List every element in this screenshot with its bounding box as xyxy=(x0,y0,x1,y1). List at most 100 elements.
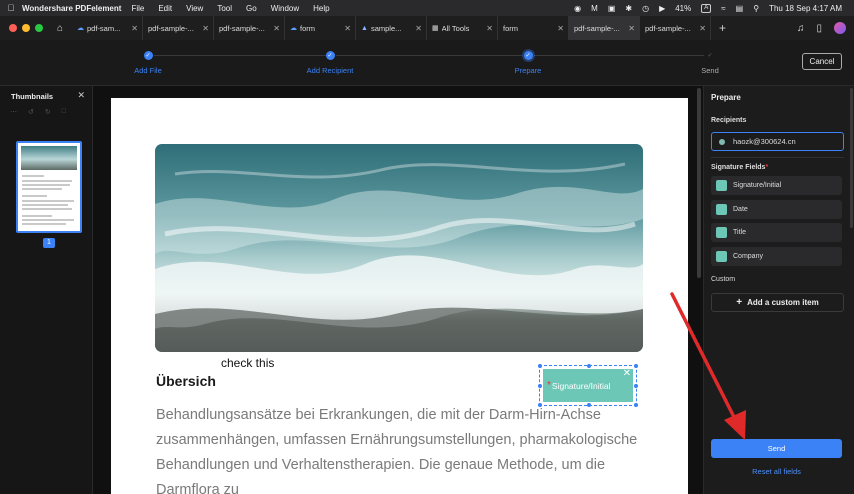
close-icon[interactable]: ✕ xyxy=(415,24,422,33)
text-icon[interactable]: ▣ xyxy=(608,4,616,13)
rotate-left-icon[interactable]: ↺ xyxy=(28,108,34,116)
tablet-icon[interactable]: ▯ xyxy=(816,23,822,34)
add-custom-item-button[interactable]: + Add a custom item xyxy=(711,293,844,312)
signature-field-label: Signature/Initial xyxy=(551,380,611,391)
tab-document[interactable]: pdf-sample-... ✕ xyxy=(143,16,214,40)
thumbnail-image xyxy=(21,146,77,170)
tab-document[interactable]: ☁ pdf-sam... ✕ xyxy=(72,16,143,40)
resize-handle[interactable] xyxy=(587,403,591,407)
add-custom-label: Add a custom item xyxy=(747,298,819,307)
clock-icon[interactable]: ◷ xyxy=(642,4,649,13)
reset-all-fields-link[interactable]: Reset all fields xyxy=(711,467,842,476)
tab-document[interactable]: ☁ form ✕ xyxy=(285,16,356,40)
thumbnail-line xyxy=(22,208,72,210)
menu-file[interactable]: File xyxy=(131,4,144,13)
close-icon[interactable]: ✕ xyxy=(557,24,564,33)
thumbnails-title: Thumbnails xyxy=(11,92,54,101)
menu-go[interactable]: Go xyxy=(246,4,257,13)
resize-handle[interactable] xyxy=(538,384,542,388)
add-tab-icon[interactable]: + xyxy=(719,21,726,35)
tab-label: pdf-sample-... xyxy=(219,23,265,33)
step-add-file[interactable]: ✓ Add File xyxy=(88,40,208,75)
menu-window[interactable]: Window xyxy=(271,4,299,13)
thumbnail-line xyxy=(22,204,68,206)
resize-handle[interactable] xyxy=(634,384,638,388)
thumbnail-line xyxy=(22,175,44,177)
close-window-icon[interactable] xyxy=(9,24,17,32)
document-viewer[interactable]: check this Übersich Behandlungsansätze b… xyxy=(93,86,703,494)
thumbnail-line xyxy=(22,200,74,202)
home-icon[interactable]: ⌂ xyxy=(52,23,68,34)
close-icon[interactable]: ✕ xyxy=(486,24,493,33)
field-title[interactable]: Title xyxy=(711,223,842,242)
control-center-icon[interactable]: ▤ xyxy=(736,4,744,13)
tab-document[interactable]: pdf-sample-... ✕ xyxy=(640,16,711,40)
rotate-right-icon[interactable]: ↻ xyxy=(45,108,51,116)
gmail-icon[interactable]: M xyxy=(591,4,598,13)
close-icon[interactable]: ✕ xyxy=(131,24,138,33)
delete-icon[interactable]: □ xyxy=(62,108,66,116)
tab-document-active[interactable]: pdf-sample-... ✕ xyxy=(569,16,640,40)
tab-document[interactable]: pdf-sample-... ✕ xyxy=(214,16,285,40)
page-thumbnail[interactable] xyxy=(16,141,82,233)
record-icon[interactable]: ◉ xyxy=(574,4,581,13)
close-icon[interactable]: ✕ xyxy=(699,24,706,33)
menu-edit[interactable]: Edit xyxy=(158,4,172,13)
field-label: Date xyxy=(733,206,748,213)
panel-scrollbar[interactable] xyxy=(850,88,853,228)
field-signature-initial[interactable]: Signature/Initial xyxy=(711,176,842,195)
resize-handle[interactable] xyxy=(538,364,542,368)
thumbnail-line xyxy=(22,223,66,225)
divider xyxy=(711,157,844,158)
app-menu[interactable]: Wondershare PDFelement xyxy=(22,4,121,13)
toolbar-right: ♫ ▯ xyxy=(797,16,846,40)
play-icon[interactable]: ▶ xyxy=(659,4,665,13)
bell-icon[interactable]: ♫ xyxy=(797,23,805,34)
pdf-page[interactable]: check this Übersich Behandlungsansätze b… xyxy=(111,98,688,494)
close-icon[interactable]: ✕ xyxy=(628,24,635,33)
resize-handle[interactable] xyxy=(538,403,542,407)
wifi-icon[interactable]: ≈ xyxy=(721,4,725,13)
minimize-window-icon[interactable] xyxy=(22,24,30,32)
thumbnail-line xyxy=(22,184,70,186)
signature-field[interactable]: * Signature/Initial ✕ xyxy=(538,364,638,407)
avatar[interactable] xyxy=(834,22,846,34)
document-scrollbar[interactable] xyxy=(697,88,701,278)
battery-percent[interactable]: 41% xyxy=(675,4,691,13)
check-icon: ✓ xyxy=(707,53,713,59)
menu-view[interactable]: View xyxy=(186,4,203,13)
close-icon[interactable]: ✕ xyxy=(623,368,631,379)
menu-help[interactable]: Help xyxy=(313,4,329,13)
field-company[interactable]: Company xyxy=(711,247,842,266)
resize-handle[interactable] xyxy=(587,364,591,368)
menubar-datetime[interactable]: Thu 18 Sep 4:17 AM xyxy=(769,4,842,13)
step-label: Prepare xyxy=(514,66,542,75)
tab-all-tools[interactable]: ▦ All Tools ✕ xyxy=(427,16,498,40)
zoom-window-icon[interactable] xyxy=(35,24,43,32)
close-icon[interactable]: ✕ xyxy=(273,24,280,33)
field-date[interactable]: Date xyxy=(711,200,842,219)
close-icon[interactable]: ✕ xyxy=(202,24,209,33)
close-icon[interactable]: ✕ xyxy=(344,24,351,33)
more-icon[interactable]: ⋯ xyxy=(10,108,17,116)
close-icon[interactable]: ✕ xyxy=(77,90,85,101)
field-swatch xyxy=(716,251,727,262)
cancel-button[interactable]: Cancel xyxy=(802,53,842,70)
step-prepare[interactable]: ✓ Prepare xyxy=(468,40,588,75)
signature-field-body[interactable]: * Signature/Initial xyxy=(543,369,633,402)
menu-tool[interactable]: Tool xyxy=(217,4,232,13)
tab-document[interactable]: form ✕ xyxy=(498,16,569,40)
apple-icon[interactable]:  xyxy=(0,3,22,13)
tab-label: pdf-sample-... xyxy=(148,23,194,33)
tab-document[interactable]: ▲ sample... ✕ xyxy=(356,16,427,40)
resize-handle[interactable] xyxy=(634,364,638,368)
step-add-recipient[interactable]: ✓ Add Recipient xyxy=(270,40,390,75)
resize-handle[interactable] xyxy=(634,403,638,407)
recipient-selector[interactable]: haozk@300624.cn xyxy=(711,132,844,151)
search-icon[interactable]: ⚲ xyxy=(753,4,759,13)
send-button[interactable]: Send xyxy=(711,439,842,458)
step-label: Add Recipient xyxy=(306,66,354,75)
input-source-icon[interactable]: A xyxy=(701,3,712,13)
step-send[interactable]: ✓ Send xyxy=(650,40,770,75)
bluetooth-icon[interactable]: ✱ xyxy=(625,4,632,13)
